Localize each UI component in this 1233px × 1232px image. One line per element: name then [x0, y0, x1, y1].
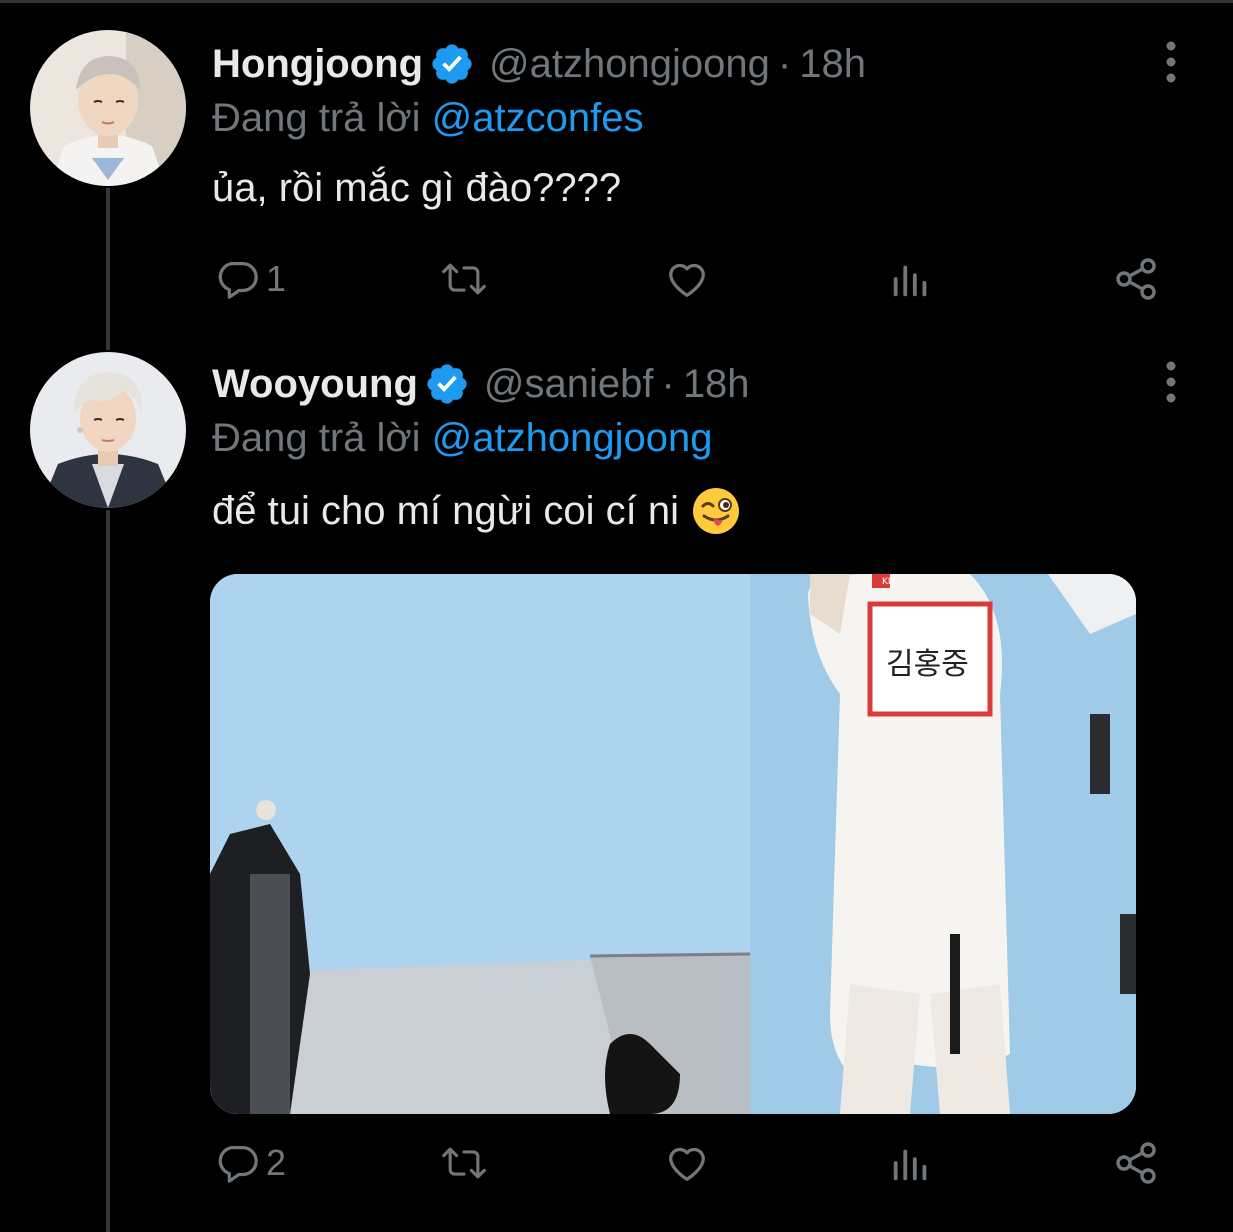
tweet-actions: 1 [0, 254, 1233, 304]
tweet-actions: 2 [0, 1138, 1233, 1188]
winking-face-with-tongue-icon [693, 488, 739, 534]
retweet-icon [442, 1147, 486, 1179]
like-button[interactable] [664, 1138, 710, 1188]
tweet-text: ủa, rồi mắc gì đào???? [212, 166, 621, 211]
separator-dot: · [661, 361, 675, 406]
author-name[interactable]: Hongjoong [212, 42, 423, 87]
retweet-button[interactable] [440, 1138, 488, 1188]
like-button[interactable] [664, 254, 710, 304]
replying-to-label: Đang trả lời [212, 96, 421, 140]
media-sign-text: 김홍중 [886, 647, 969, 682]
reply-icon [218, 1146, 258, 1183]
retweet-icon [442, 263, 486, 295]
tweet-text: để tui cho mí ngừi coi cí ni [212, 486, 741, 536]
reply-icon [218, 262, 258, 299]
analytics-button[interactable] [888, 254, 934, 304]
media-sign-corner: KD [882, 577, 895, 587]
avatar-hongjoong[interactable] [30, 30, 186, 186]
author-name[interactable]: Wooyoung [212, 362, 418, 407]
reply-count: 2 [266, 1142, 287, 1183]
more-options-icon[interactable] [1156, 38, 1186, 88]
thread-connector-line [106, 510, 110, 1232]
tweet-timestamp[interactable]: 18h [799, 42, 866, 87]
tweet-timestamp[interactable]: 18h [683, 362, 750, 407]
share-icon [1116, 1142, 1156, 1184]
reply-button[interactable]: 1 [214, 254, 286, 304]
like-icon [669, 263, 705, 297]
share-button[interactable] [1112, 254, 1160, 304]
verified-badge-icon [427, 364, 467, 404]
analytics-icon [893, 265, 927, 297]
share-button[interactable] [1112, 1138, 1160, 1188]
share-icon [1116, 258, 1156, 300]
replying-to-label: Đang trả lời [212, 416, 421, 460]
analytics-icon [893, 1149, 927, 1181]
separator-dot: · [777, 41, 792, 86]
tweet-text-content: để tui cho mí ngừi coi cí ni [212, 488, 679, 533]
replying-to: Đang trả lời @atzhongjoong [212, 416, 713, 461]
tweet-header: Wooyoung @saniebf · 18h [212, 358, 750, 410]
more-options-icon[interactable] [1156, 358, 1186, 408]
retweet-button[interactable] [440, 254, 488, 304]
reply-mention-link[interactable]: @atzconfes [432, 96, 644, 140]
author-handle[interactable]: @saniebf [484, 362, 654, 407]
reply-button[interactable]: 2 [214, 1138, 286, 1188]
avatar-wooyoung[interactable] [30, 352, 186, 508]
top-divider [0, 0, 1233, 3]
replying-to: Đang trả lời @atzconfes [212, 96, 644, 141]
reply-count: 1 [266, 258, 287, 299]
like-icon [669, 1147, 705, 1181]
tweet-header: Hongjoong @atzhongjoong · 18h [212, 38, 866, 90]
verified-badge-icon [432, 44, 472, 84]
tweet-media-photo[interactable]: KD 김홍중 [210, 574, 1136, 1114]
reply-mention-link[interactable]: @atzhongjoong [432, 416, 713, 460]
author-handle[interactable]: @atzhongjoong [489, 42, 770, 87]
tweet-text-content: ủa, rồi mắc gì đào???? [212, 166, 622, 210]
analytics-button[interactable] [888, 1138, 934, 1188]
